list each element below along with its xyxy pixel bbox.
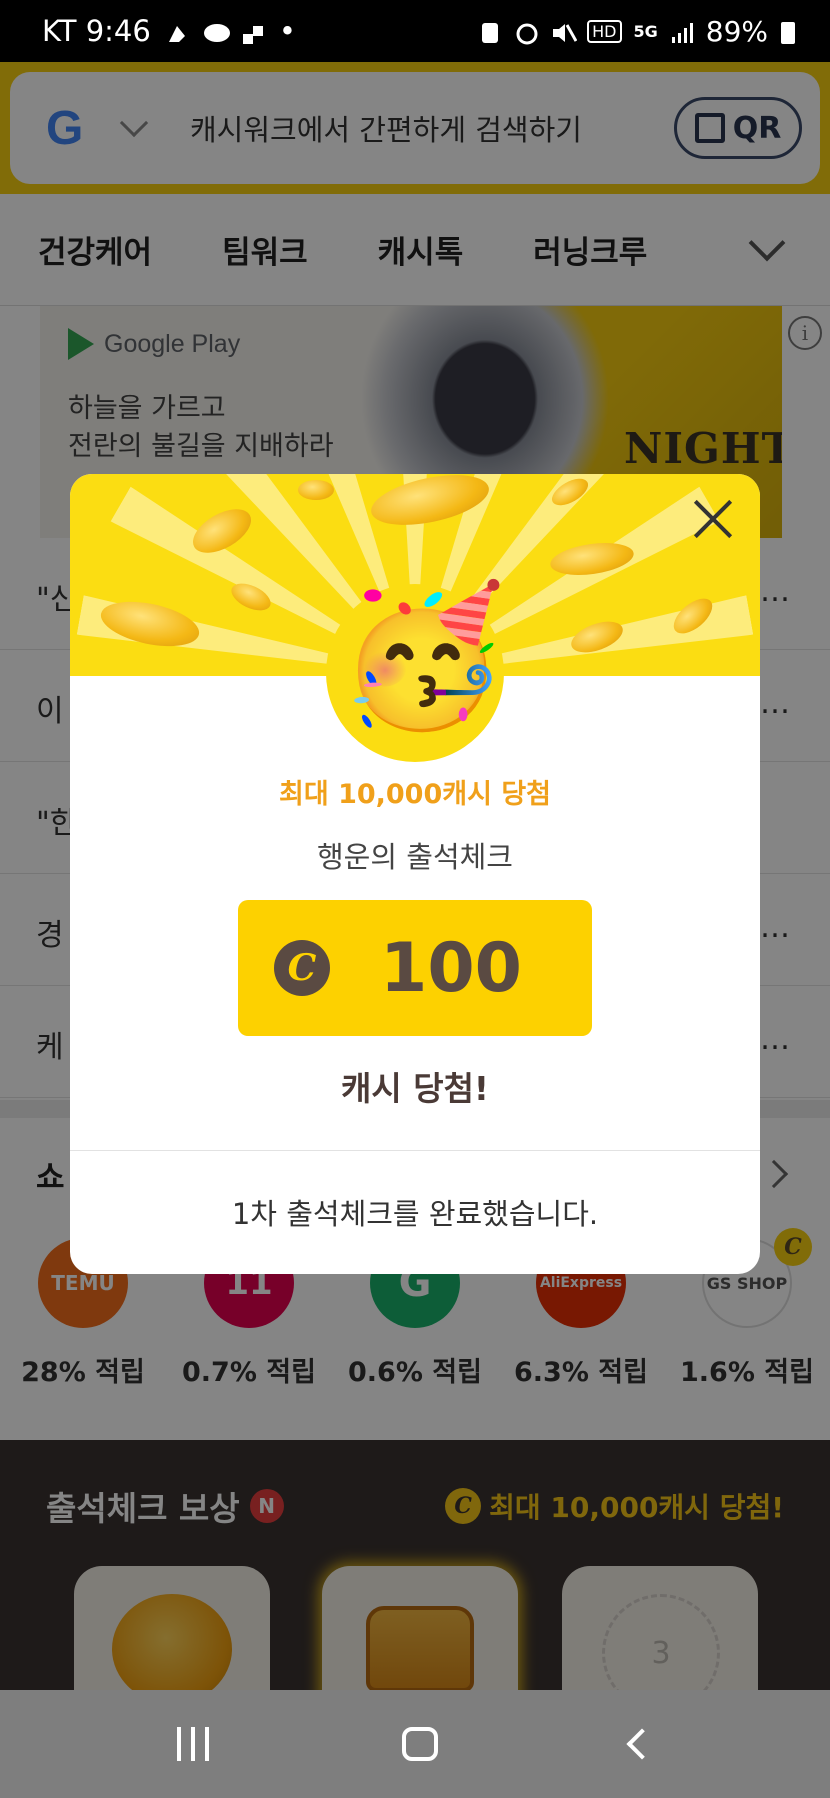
alarm-icon bbox=[515, 19, 539, 45]
cash-coin-icon: C bbox=[274, 940, 330, 996]
battery-percent: 89% bbox=[705, 14, 768, 48]
carrier-time: KT 9:46 bbox=[42, 14, 151, 48]
app-icon bbox=[241, 19, 265, 44]
win-text: 캐시 당첨! bbox=[341, 1069, 489, 1108]
reward-amount: 100 bbox=[380, 928, 522, 1008]
coin-icon bbox=[548, 538, 636, 580]
system-nav-bar bbox=[0, 1690, 830, 1798]
network-label: 5G bbox=[633, 21, 658, 41]
sync-icon bbox=[479, 19, 503, 43]
attendance-reward-modal: 🥳 최대 10,000캐시 당첨 행운의 출석체크 C 100 캐시 당첨! 1… bbox=[70, 474, 760, 1274]
cash-reward-box: C 100 bbox=[238, 900, 592, 1036]
close-icon[interactable] bbox=[690, 496, 736, 542]
party-face-icon: 🥳 bbox=[338, 578, 508, 736]
hd-icon: HD bbox=[587, 19, 622, 43]
more-dot: • bbox=[278, 14, 296, 48]
modal-subtitle: 최대 10,000캐시 당첨 bbox=[278, 779, 552, 810]
notification-icon bbox=[165, 19, 189, 43]
coin-icon bbox=[298, 480, 334, 500]
back-icon[interactable] bbox=[626, 1728, 658, 1760]
completion-message[interactable]: 1차 출석체크를 완료했습니다. bbox=[70, 1150, 760, 1274]
modal-title: 행운의 출석체크 bbox=[317, 840, 513, 874]
chat-icon bbox=[203, 19, 230, 43]
status-bar: KT 9:46 • HD 5G 89% bbox=[0, 0, 830, 62]
battery-icon bbox=[780, 19, 804, 44]
recent-apps-icon[interactable] bbox=[176, 1727, 209, 1761]
mute-icon bbox=[551, 19, 578, 43]
home-icon[interactable] bbox=[401, 1727, 438, 1761]
signal-icon bbox=[670, 19, 694, 43]
